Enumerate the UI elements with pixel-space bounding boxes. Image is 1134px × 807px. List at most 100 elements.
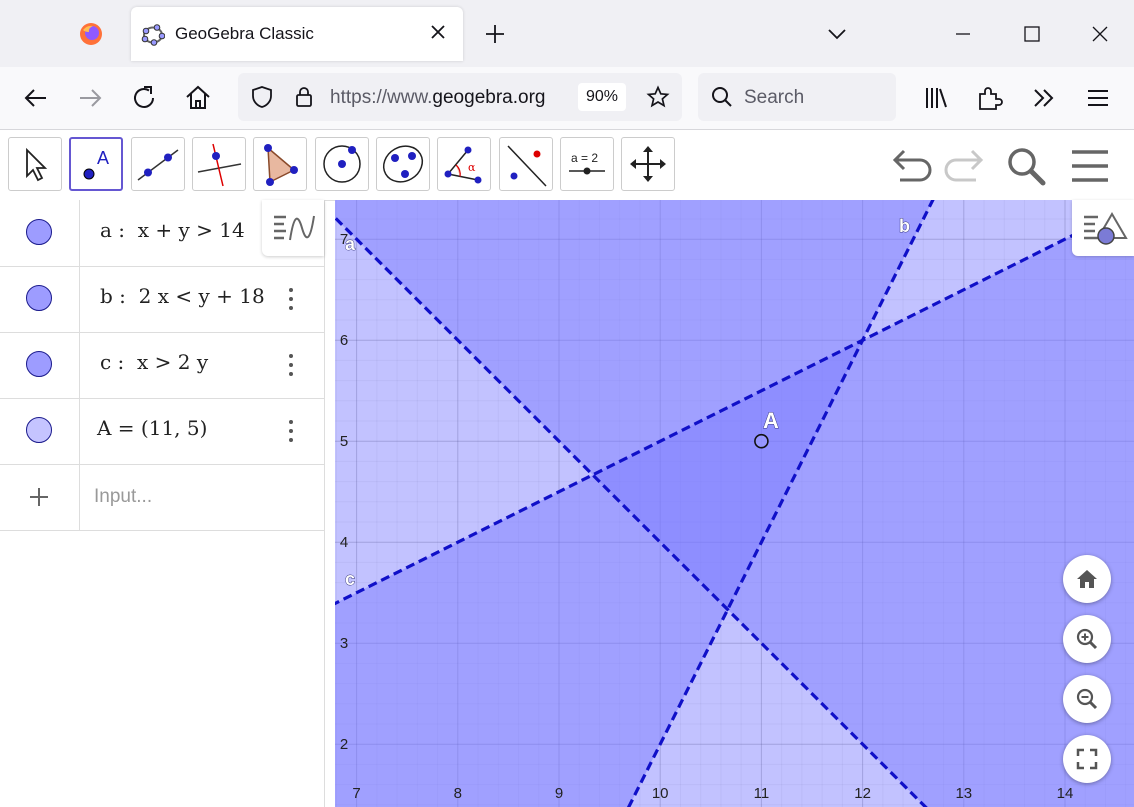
window-close-icon[interactable] xyxy=(1088,22,1112,46)
minimize-icon[interactable] xyxy=(951,22,975,46)
expression-c[interactable]: c : x > 2 y xyxy=(100,350,208,374)
point-tool[interactable]: A xyxy=(69,137,123,191)
x-tick-label: 7 xyxy=(352,785,360,802)
library-icon[interactable] xyxy=(920,82,952,114)
zoom-level-badge[interactable]: 90% xyxy=(578,83,626,111)
circle-center-icon xyxy=(323,145,361,183)
more-options-icon[interactable] xyxy=(284,352,298,378)
graphics-canvas[interactable]: 7 8 9 10 11 12 13 14234567 abcA xyxy=(335,200,1134,807)
inequality-regions xyxy=(335,200,1134,807)
back-arrow-icon[interactable] xyxy=(20,82,52,114)
url-bar[interactable]: https://www.geogebra.org 90% xyxy=(238,73,682,121)
slider-tool[interactable]: a = 2 xyxy=(560,137,614,191)
search-icon[interactable] xyxy=(1004,144,1048,188)
circle-center-point-tool[interactable] xyxy=(315,137,369,191)
x-tick-label: 9 xyxy=(555,785,563,802)
polygon-tool[interactable] xyxy=(253,137,307,191)
more-options-icon[interactable] xyxy=(284,286,298,312)
row-divider xyxy=(79,266,80,332)
label-c: c xyxy=(345,569,355,589)
browser-tab-strip: GeoGebra Classic xyxy=(0,0,1134,67)
url-text[interactable]: https://www.geogebra.org xyxy=(330,87,570,109)
fullscreen-button[interactable] xyxy=(1063,735,1111,783)
fullscreen-icon xyxy=(1076,748,1098,770)
hamburger-menu-icon[interactable] xyxy=(1082,82,1114,114)
y-tick-label: 3 xyxy=(340,635,348,652)
algebra-row-b[interactable]: b : 2 x < y + 18 xyxy=(0,266,324,333)
shield-icon[interactable] xyxy=(250,85,274,109)
svg-text:α: α xyxy=(468,161,476,174)
x-tick-label: 13 xyxy=(955,785,972,802)
home-icon[interactable] xyxy=(182,82,214,114)
more-options-icon[interactable] xyxy=(284,418,298,444)
row-divider xyxy=(79,398,80,464)
label-a: a xyxy=(345,234,356,254)
plus-icon[interactable] xyxy=(28,486,50,508)
expression-b[interactable]: b : 2 x < y + 18 xyxy=(100,284,265,308)
visibility-toggle-c[interactable] xyxy=(26,351,52,377)
overflow-chevrons-icon[interactable] xyxy=(1028,82,1060,114)
undo-icon[interactable] xyxy=(890,146,934,186)
chevron-down-icon[interactable] xyxy=(826,23,848,45)
main-menu-icon[interactable] xyxy=(1070,146,1110,186)
close-tab-icon[interactable] xyxy=(427,21,449,43)
expression-a[interactable]: a : x + y > 14 xyxy=(100,218,245,242)
redo-icon[interactable] xyxy=(942,146,986,186)
browser-tab[interactable]: GeoGebra Classic xyxy=(131,7,463,61)
graphics-style-bar-toggle[interactable] xyxy=(1072,200,1134,256)
x-tick-label: 12 xyxy=(854,785,871,802)
forward-arrow-icon[interactable] xyxy=(74,82,106,114)
standard-view-button[interactable] xyxy=(1063,555,1111,603)
angle-tool[interactable]: α xyxy=(437,137,491,191)
row-divider xyxy=(79,332,80,398)
navigation-toolbar: https://www.geogebra.org 90% Search xyxy=(0,67,1134,130)
line-tool[interactable] xyxy=(131,137,185,191)
firefox-icon[interactable] xyxy=(79,22,103,46)
search-icon xyxy=(712,87,732,107)
maximize-icon[interactable] xyxy=(1020,22,1044,46)
reflect-tool[interactable] xyxy=(499,137,553,191)
algebra-input-row[interactable]: Input... xyxy=(0,464,324,531)
visibility-toggle-a[interactable] xyxy=(26,219,52,245)
graphics-style-icon xyxy=(1084,212,1128,245)
ellipse-tool[interactable] xyxy=(376,137,430,191)
algebra-view: a : x + y > 14 b : 2 x < y + 18 c : x > … xyxy=(0,200,325,807)
row-divider xyxy=(79,464,80,530)
graphics-view[interactable]: 7 8 9 10 11 12 13 14 2 3 4 5 6 7 abcA xyxy=(335,200,1134,807)
new-tab-icon[interactable] xyxy=(483,22,507,46)
algebra-row-c[interactable]: c : x > 2 y xyxy=(0,332,324,399)
label-b: b xyxy=(899,216,910,236)
slider-icon: a = 2 xyxy=(569,151,605,175)
move-arrows-icon xyxy=(630,146,666,182)
perpendicular-line-icon xyxy=(197,143,242,187)
reflect-about-line-icon xyxy=(507,145,547,187)
search-bar[interactable]: Search xyxy=(698,73,896,121)
zoom-in-button[interactable] xyxy=(1063,615,1111,663)
perpendicular-line-tool[interactable] xyxy=(192,137,246,191)
star-icon[interactable] xyxy=(646,85,670,109)
visibility-toggle-b[interactable] xyxy=(26,285,52,311)
point-icon: A xyxy=(83,148,109,180)
move-tool[interactable] xyxy=(8,137,62,191)
angle-icon: α xyxy=(444,146,482,184)
algebra-row-point-a[interactable]: A = (11, 5) xyxy=(0,398,324,465)
home-icon xyxy=(1077,570,1097,588)
visibility-toggle-point-a[interactable] xyxy=(26,417,52,443)
tab-title: GeoGebra Classic xyxy=(175,24,314,43)
y-tick-label: 6 xyxy=(340,332,348,349)
extensions-icon[interactable] xyxy=(974,82,1006,114)
y-tick-label: 2 xyxy=(340,736,348,753)
zoom-out-button[interactable] xyxy=(1063,675,1111,723)
move-graphics-view-tool[interactable] xyxy=(621,137,675,191)
row-divider xyxy=(79,200,80,266)
lock-icon[interactable] xyxy=(292,85,316,109)
algebra-style-icon xyxy=(274,215,315,241)
algebra-style-bar-toggle[interactable] xyxy=(262,200,324,256)
cursor-arrow-icon xyxy=(26,147,48,182)
point-a xyxy=(754,433,769,449)
expression-point-a[interactable]: A = (11, 5) xyxy=(97,416,207,440)
input-placeholder[interactable]: Input... xyxy=(94,486,152,508)
line-through-points-icon xyxy=(137,149,179,181)
reload-icon[interactable] xyxy=(128,82,160,114)
y-tick-label: 4 xyxy=(340,534,348,551)
